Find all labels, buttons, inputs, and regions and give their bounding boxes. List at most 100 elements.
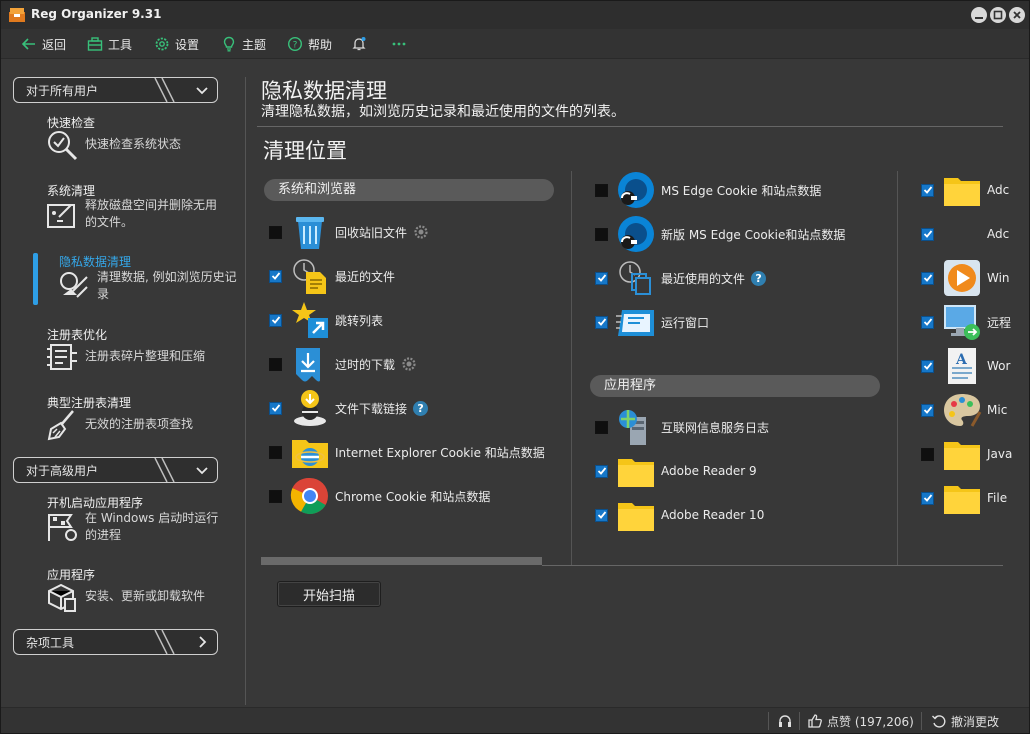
item-checkbox[interactable]: [269, 269, 282, 283]
headset-icon: [779, 715, 791, 727]
more-button[interactable]: [391, 34, 407, 54]
check-icon: [923, 406, 932, 414]
status-separator: [921, 712, 922, 730]
cleanup-item[interactable]: Adc: [921, 170, 1029, 210]
section-misc-tools[interactable]: 杂项工具: [13, 629, 218, 655]
item-checkbox[interactable]: [269, 445, 282, 459]
folder-icon: [944, 442, 980, 470]
cleanup-item[interactable]: 回收站旧文件: [269, 212, 429, 252]
theme-button[interactable]: 主题: [221, 34, 266, 54]
cleanup-item[interactable]: 最近使用的文件?: [595, 258, 767, 298]
iis-icon: [619, 410, 646, 445]
cleanup-item[interactable]: 远程: [921, 302, 1029, 342]
support-button[interactable]: [777, 712, 793, 730]
item-label: Adc: [987, 183, 1010, 197]
item-checkbox[interactable]: [921, 491, 934, 505]
paint-icon: [944, 394, 982, 427]
back-button[interactable]: 返回: [21, 34, 66, 54]
cleanup-item[interactable]: Internet Explorer Cookie 和站点数据: [269, 432, 545, 472]
section-advanced-label: 对于高级用户: [26, 463, 99, 478]
settings-button[interactable]: 设置: [154, 34, 199, 54]
cleanup-item[interactable]: Mic: [921, 390, 1029, 430]
item-checkbox[interactable]: [595, 227, 608, 241]
item-checkbox[interactable]: [921, 359, 934, 373]
maximize-button[interactable]: [990, 7, 1006, 23]
item-checkbox[interactable]: [921, 447, 934, 461]
cleanup-item[interactable]: 最近的文件: [269, 256, 395, 296]
section-advanced-users[interactable]: 对于高级用户: [13, 457, 218, 483]
undo-changes-button[interactable]: 撤消更改: [931, 712, 999, 730]
minimize-button[interactable]: [971, 7, 987, 23]
item-checkbox[interactable]: [269, 489, 282, 503]
folder-icon: [944, 486, 980, 514]
remote-desktop-icon: [944, 305, 980, 340]
item-checkbox[interactable]: [595, 508, 608, 522]
item-label: 运行窗口: [661, 315, 710, 330]
item-checkbox[interactable]: [921, 271, 934, 285]
recycle-bin-icon: [296, 217, 324, 249]
close-button[interactable]: [1009, 7, 1025, 23]
item-checkbox[interactable]: [269, 313, 282, 327]
cleanup-item[interactable]: File: [921, 478, 1029, 518]
like-button[interactable]: 点赞 (197,206): [807, 712, 914, 730]
arrow-left-icon: [21, 38, 35, 50]
app-window: Reg Organizer 9.31 返回 工具 设置 主题 ? 帮助 对于所有…: [0, 0, 1030, 734]
item-checkbox[interactable]: [595, 315, 608, 329]
cleanup-item[interactable]: Java: [921, 434, 1029, 474]
item-checkbox[interactable]: [595, 183, 608, 197]
item-label: 互联网信息服务日志: [661, 420, 770, 435]
cleanup-item[interactable]: 过时的下载: [269, 344, 417, 384]
cleanup-item[interactable]: Adobe Reader 10: [595, 495, 764, 535]
check-icon: [923, 186, 932, 194]
start-scan-button[interactable]: 开始扫描: [277, 581, 381, 607]
active-indicator: [33, 253, 38, 305]
sidebar-item-desc: 注册表碎片整理和压缩: [85, 349, 206, 363]
toolbox-icon: [87, 37, 103, 51]
group-header-applications: 应用程序: [590, 375, 880, 397]
item-checkbox[interactable]: [921, 183, 934, 197]
help-icon[interactable]: ?: [413, 400, 429, 416]
cleanup-item[interactable]: 互联网信息服务日志: [595, 407, 769, 447]
maximize-icon: [993, 10, 1003, 20]
cleanup-item[interactable]: 运行窗口: [595, 302, 709, 342]
svg-text:A: A: [955, 352, 968, 368]
item-checkbox[interactable]: [269, 401, 282, 415]
check-icon: [271, 316, 280, 324]
item-checkbox[interactable]: [921, 403, 934, 417]
notifications-button[interactable]: [351, 34, 367, 54]
item-checkbox[interactable]: [269, 357, 282, 371]
help-icon[interactable]: ?: [751, 270, 767, 286]
tools-button[interactable]: 工具: [87, 34, 132, 54]
cleanup-item[interactable]: Chrome Cookie 和站点数据: [269, 476, 490, 516]
sidebar-item-title: 隐私数据清理: [59, 255, 132, 269]
horizontal-scrollbar[interactable]: [261, 557, 542, 565]
cleanup-item[interactable]: MS Edge Cookie 和站点数据: [595, 170, 821, 210]
cleanup-item[interactable]: 文件下载链接?: [269, 388, 429, 428]
cleanup-item[interactable]: Adc: [921, 214, 1029, 254]
item-label: Java: [987, 447, 1013, 461]
item-checkbox[interactable]: [921, 315, 934, 329]
cleanup-item[interactable]: A Wor: [921, 346, 1029, 386]
cleanup-item[interactable]: 跳转列表: [269, 300, 383, 340]
minimize-icon: [975, 17, 983, 19]
cleanup-item[interactable]: Win: [921, 258, 1029, 298]
lightbulb-icon: [223, 36, 235, 52]
chevron-down-icon: [196, 87, 208, 95]
item-checkbox[interactable]: [595, 420, 608, 434]
item-checkbox[interactable]: [269, 225, 282, 239]
item-checkbox[interactable]: [595, 271, 608, 285]
item-checkbox[interactable]: [921, 227, 934, 241]
close-icon: [1013, 11, 1021, 19]
item-checkbox[interactable]: [595, 464, 608, 478]
svg-text:?: ?: [293, 41, 298, 51]
section-all-users[interactable]: 对于所有用户: [13, 77, 218, 103]
cleanup-item[interactable]: 新版 MS Edge Cookie和站点数据: [595, 214, 845, 254]
cleanup-item[interactable]: Adobe Reader 9: [595, 451, 757, 491]
check-icon: [923, 362, 932, 370]
help-button[interactable]: ? 帮助: [287, 34, 332, 54]
sidebar-item-desc: 快速检查系统状态: [85, 137, 182, 151]
gear-icon[interactable]: [401, 356, 417, 372]
item-label: Adobe Reader 10: [661, 508, 765, 522]
item-label: Mic: [987, 403, 1008, 417]
gear-icon[interactable]: [413, 224, 429, 240]
